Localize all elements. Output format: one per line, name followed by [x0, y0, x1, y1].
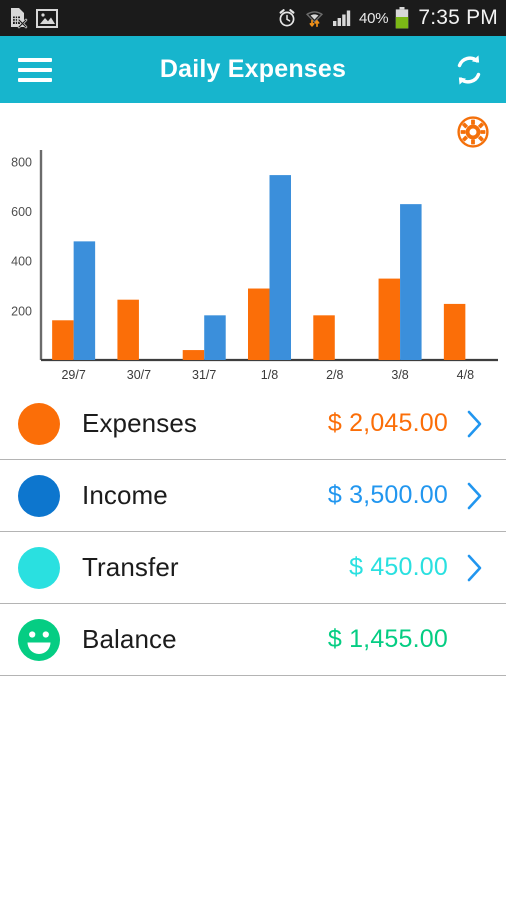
- x-axis-tick-label: 3/8: [391, 368, 408, 382]
- x-axis-tick-label: 4/8: [457, 368, 474, 382]
- summary-list: Expenses $ 2,045.00 Income $ 3,500.00 Transf…: [0, 388, 506, 676]
- chart-bar: [117, 299, 139, 360]
- battery-percent-label: 40%: [358, 9, 389, 27]
- green-smiley-icon: [18, 618, 60, 661]
- y-axis-tick-label: 600: [11, 205, 32, 219]
- summary-row-amount: $ 2,045.00: [327, 409, 448, 437]
- summary-row-transfer[interactable]: Transfer $ 450.00: [0, 532, 506, 604]
- wifi-transfer-icon: [305, 11, 323, 28]
- y-axis-tick-label: 800: [11, 155, 32, 169]
- x-axis-tick-label: 29/7: [61, 368, 85, 382]
- chart-bar: [204, 315, 226, 360]
- chart-bar: [400, 204, 422, 360]
- chart-bar: [182, 350, 205, 360]
- summary-row-balance: Balance $ 1,455.00: [0, 604, 506, 676]
- chart-bar: [378, 278, 401, 360]
- chart-bar: [73, 241, 96, 360]
- chevron-right-icon[interactable]: [462, 553, 488, 583]
- summary-row-label: Balance: [82, 624, 177, 654]
- alarm-clock-icon: [279, 9, 295, 27]
- y-axis-tick-label: 200: [11, 304, 32, 318]
- summary-row-expenses[interactable]: Expenses $ 2,045.00: [0, 388, 506, 460]
- chevron-right-icon[interactable]: [462, 409, 488, 439]
- chart-bar: [269, 175, 291, 360]
- chart-bar: [248, 288, 270, 360]
- chart-card: 200 400 600 800 29/7 30/7 31/7 1/8 2/8 3/8 4/8: [0, 103, 506, 388]
- clock-label: 7:35 PM: [418, 6, 498, 29]
- gallery-image-icon: [36, 8, 58, 28]
- summary-row-label: Transfer: [82, 552, 179, 582]
- sim-card-removed-icon: [11, 8, 28, 29]
- refresh-sync-icon[interactable]: [450, 51, 488, 89]
- summary-row-label: Income: [82, 480, 168, 510]
- status-bar: 40% 7:35 PM: [0, 0, 506, 36]
- daily-expenses-bar-chart: 200 400 600 800 29/7 30/7 31/7 1/8 2/8 3/8 4/8: [11, 150, 498, 382]
- battery-icon: [396, 7, 409, 29]
- x-axis-tick-label: 31/7: [192, 368, 216, 382]
- summary-row-income[interactable]: Income $ 3,500.00: [0, 460, 506, 532]
- status-bar-right-icons: 40% 7:35 PM: [277, 6, 498, 30]
- cyan-dot-icon: [18, 546, 60, 589]
- page-title: Daily Expenses: [159, 55, 347, 83]
- x-axis-tick-label: 1/8: [261, 368, 278, 382]
- chevron-right-icon[interactable]: [462, 481, 488, 511]
- status-bar-left-icons: [8, 7, 58, 29]
- blue-dot-icon: [18, 474, 60, 517]
- hamburger-menu-icon[interactable]: [18, 57, 52, 82]
- x-axis-tick-label: 2/8: [326, 368, 343, 382]
- orange-dot-icon: [18, 402, 60, 445]
- summary-row-amount: $ 1,455.00: [327, 625, 448, 653]
- x-axis-tick-label: 30/7: [127, 368, 151, 382]
- app-bar: Daily Expenses: [0, 36, 506, 103]
- signal-bars-icon: [332, 10, 351, 26]
- summary-row-amount: $ 450.00: [349, 553, 448, 581]
- summary-row-label: Expenses: [82, 408, 197, 438]
- summary-row-amount: $ 3,500.00: [327, 481, 448, 509]
- chart-bar: [443, 303, 466, 360]
- chart-bar: [313, 315, 335, 360]
- chart-bar: [52, 320, 74, 360]
- y-axis-tick-label: 400: [11, 255, 32, 269]
